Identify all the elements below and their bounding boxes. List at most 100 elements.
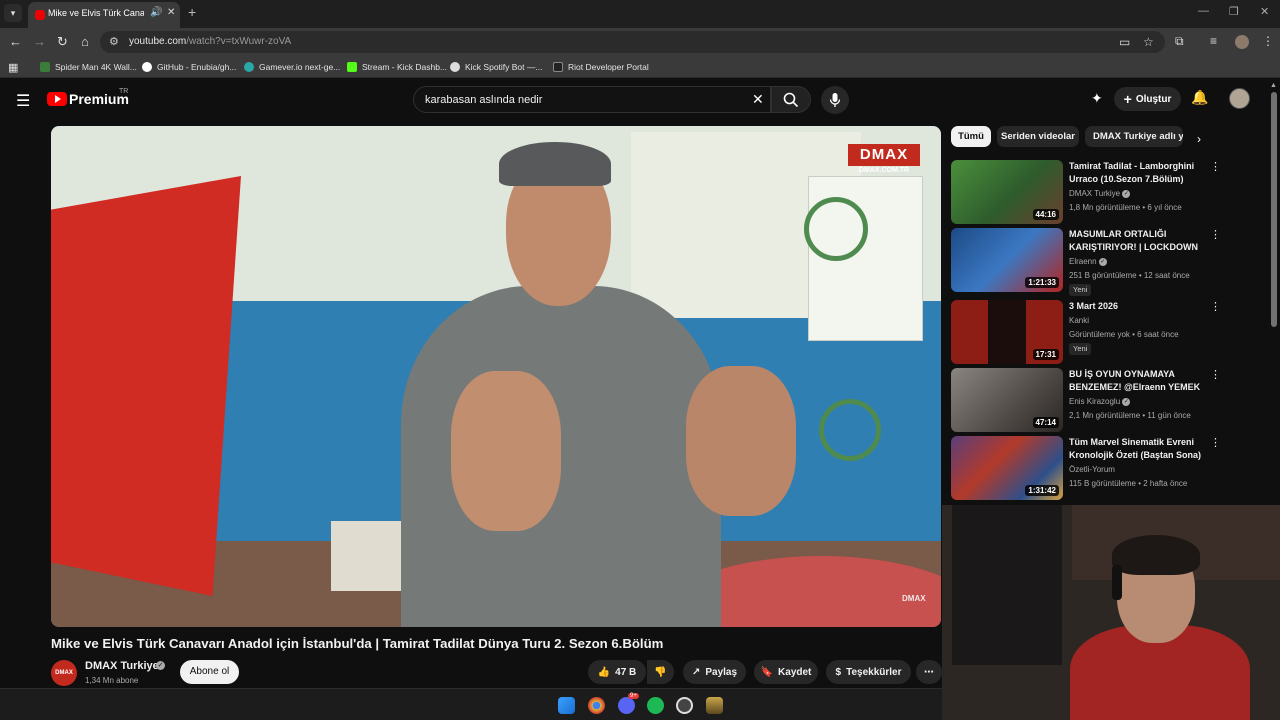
dislike-button[interactable]: 👎 (647, 660, 674, 684)
browser-tab-active[interactable]: Mike ve Elvis Türk Canavar 🔊 ✕ (28, 2, 180, 28)
bookmark-star-icon[interactable]: ☆ (1143, 35, 1154, 49)
chip-all[interactable]: Tümü (951, 126, 991, 147)
save-button[interactable]: 🔖 Kaydet (754, 660, 818, 684)
bookmark-item[interactable]: Gamever.io next-ge... (244, 60, 340, 74)
bookmark-item[interactable]: Spider Man 4K Wall... (40, 60, 137, 74)
create-button[interactable]: + Oluştur (1114, 87, 1181, 111)
chevron-right-icon[interactable]: › (1197, 132, 1201, 146)
recommendation-channel[interactable]: DMAX Turkiye ✓ (1069, 189, 1131, 198)
discord-icon[interactable]: 9+ (618, 693, 639, 714)
recommendation-channel[interactable]: Özetli-Yorum (1069, 465, 1115, 474)
webcam-person-hair (1112, 535, 1200, 575)
tab-search-dropdown-icon[interactable]: ▾ (4, 4, 22, 22)
youtube-logo-icon[interactable] (47, 92, 67, 106)
scroll-up-arrow-icon[interactable]: ▲ (1270, 82, 1277, 89)
more-vertical-icon[interactable]: ⋮ (1210, 300, 1221, 313)
channel-label: DMAX Turkiye (1069, 189, 1121, 198)
spotify-icon[interactable] (647, 697, 664, 714)
recommendation-title[interactable]: MASUMLAR ORTALIĞI KARIŞTIRIYOR! | LOCKDO… (1069, 228, 1207, 254)
github-icon (142, 62, 152, 72)
site-info-icon[interactable]: ⚙ (109, 35, 119, 48)
search-button[interactable] (771, 86, 811, 113)
apps-grid-icon[interactable]: ▦ (8, 60, 18, 74)
forward-icon[interactable]: → (33, 34, 46, 49)
recommendation-thumbnail[interactable]: 44:16 (951, 160, 1063, 224)
clear-search-icon[interactable]: ✕ (752, 91, 764, 108)
obs-icon[interactable] (676, 697, 693, 714)
recommendation-item[interactable]: 17:31 3 Mart 2026 Kanki Görüntüleme yok … (951, 300, 1221, 364)
bookmark-item[interactable]: Stream - Kick Dashb... (347, 60, 447, 74)
more-vertical-icon[interactable]: ⋮ (1210, 160, 1221, 173)
recommendation-channel[interactable]: Kanki (1069, 316, 1089, 325)
recommendation-title[interactable]: Tüm Marvel Sinematik Evreni Kronolojik Ö… (1069, 436, 1207, 462)
recommendation-item[interactable]: 1:31:42 Tüm Marvel Sinematik Evreni Kron… (951, 436, 1221, 500)
browser-tabstrip: ▾ Mike ve Elvis Türk Canavar 🔊 ✕ + — ❐ ✕ (0, 0, 1280, 28)
more-vertical-icon[interactable]: ⋮ (1210, 228, 1221, 241)
restore-icon[interactable]: ❐ (1229, 5, 1239, 18)
chrome-icon[interactable] (588, 697, 605, 714)
create-label: Oluştur (1135, 93, 1172, 105)
account-avatar[interactable] (1229, 88, 1250, 109)
tab-audio-icon[interactable]: 🔊 (150, 7, 162, 18)
share-button[interactable]: ↗ Paylaş (683, 660, 746, 684)
recommendation-thumbnail[interactable]: 1:21:33 (951, 228, 1063, 292)
scene-wreath (804, 197, 868, 261)
thumbs-down-icon: 👎 (654, 666, 667, 678)
bookmark-item[interactable]: Riot Developer Portal (553, 60, 649, 74)
guide-menu-icon[interactable]: ☰ (16, 91, 30, 111)
cast-icon[interactable]: ▭ (1119, 35, 1130, 49)
recommendation-thumbnail[interactable]: 47:14 (951, 368, 1063, 432)
url-domain: youtube.com (129, 36, 187, 47)
media-controls-icon[interactable]: ≡ (1210, 34, 1217, 48)
bookmark-item[interactable]: Kick Spotify Bot —... (450, 60, 542, 74)
recommendation-title[interactable]: 3 Mart 2026 (1069, 300, 1207, 313)
bookmark-item[interactable]: GitHub - Enubia/gh... (142, 60, 236, 74)
recommendation-thumbnail[interactable]: 1:31:42 (951, 436, 1063, 500)
voice-search-button[interactable] (821, 86, 849, 114)
channel-name[interactable]: DMAX Turkiye (85, 660, 159, 672)
like-button[interactable]: 👍 47 B (588, 660, 646, 684)
more-vertical-icon[interactable]: ⋮ (1210, 436, 1221, 449)
channel-avatar[interactable]: DMAX (51, 660, 77, 686)
channel-label: Enis Kirazoglu (1069, 397, 1121, 406)
recommendation-title[interactable]: BU İŞ OYUN OYNAMAYA BENZEMEZ! @Elraenn Y… (1069, 368, 1207, 394)
page-scrollbar[interactable] (1271, 92, 1277, 327)
search-query[interactable]: karabasan aslında nedir (425, 94, 542, 106)
reload-icon[interactable]: ↻ (57, 34, 68, 50)
search-input[interactable]: karabasan aslında nedir ✕ (413, 86, 771, 113)
windows-start-icon[interactable] (558, 697, 575, 714)
notifications-bell-icon[interactable]: 🔔 (1191, 89, 1208, 106)
minimize-icon[interactable]: — (1198, 5, 1209, 17)
address-bar[interactable]: ⚙ youtube.com/watch?v=txWuwr-zoVA ▭ ☆ (100, 31, 1165, 53)
window-close-icon[interactable]: ✕ (1260, 5, 1269, 18)
recommendation-item[interactable]: 47:14 BU İŞ OYUN OYNAMAYA BENZEMEZ! @Elr… (951, 368, 1221, 432)
recommendation-item[interactable]: 44:16 Tamirat Tadilat - Lamborghini Urra… (951, 160, 1221, 224)
ai-sparkle-icon[interactable]: ✦ (1091, 90, 1103, 107)
recommendation-channel[interactable]: Enis Kirazoglu ✓ (1069, 397, 1131, 406)
duration-badge: 44:16 (1032, 209, 1059, 220)
recommendation-title[interactable]: Tamirat Tadilat - Lamborghini Urraco (10… (1069, 160, 1207, 186)
video-player[interactable]: DMAX DMAX.COM.TR DMAX (51, 126, 941, 627)
url-path: /watch?v=txWuwr-zoVA (186, 36, 292, 47)
url-text[interactable]: youtube.com/watch?v=txWuwr-zoVA (129, 36, 291, 47)
thanks-button[interactable]: $ Teşekkürler (826, 660, 911, 684)
subscribe-button[interactable]: Abone ol (180, 660, 239, 684)
recommendation-meta: 1,8 Mn görüntüleme • 6 yıl önce (1069, 203, 1182, 212)
recommendation-channel[interactable]: Elraenn ✓ (1069, 257, 1107, 266)
chip-series[interactable]: Seriden videolar (997, 126, 1079, 147)
browser-menu-icon[interactable]: ⋮ (1262, 34, 1274, 48)
bookmark-label: Spider Man 4K Wall... (55, 62, 137, 72)
home-icon[interactable]: ⌂ (81, 34, 89, 49)
back-icon[interactable]: ← (9, 34, 22, 49)
profile-avatar[interactable] (1235, 35, 1249, 49)
recommendation-item[interactable]: 1:21:33 MASUMLAR ORTALIĞI KARIŞTIRIYOR! … (951, 228, 1221, 296)
thanks-icon: $ (835, 666, 842, 678)
chip-channel[interactable]: DMAX Turkiye adlı yü (1085, 126, 1183, 147)
more-vertical-icon[interactable]: ⋮ (1210, 368, 1221, 381)
tab-close-icon[interactable]: ✕ (167, 7, 175, 18)
more-actions-button[interactable]: ⋯ (916, 660, 942, 684)
new-tab-icon[interactable]: + (188, 4, 196, 20)
recommendation-thumbnail[interactable]: 17:31 (951, 300, 1063, 364)
extensions-icon[interactable]: ⧉ (1175, 34, 1184, 49)
league-icon[interactable] (706, 697, 723, 714)
